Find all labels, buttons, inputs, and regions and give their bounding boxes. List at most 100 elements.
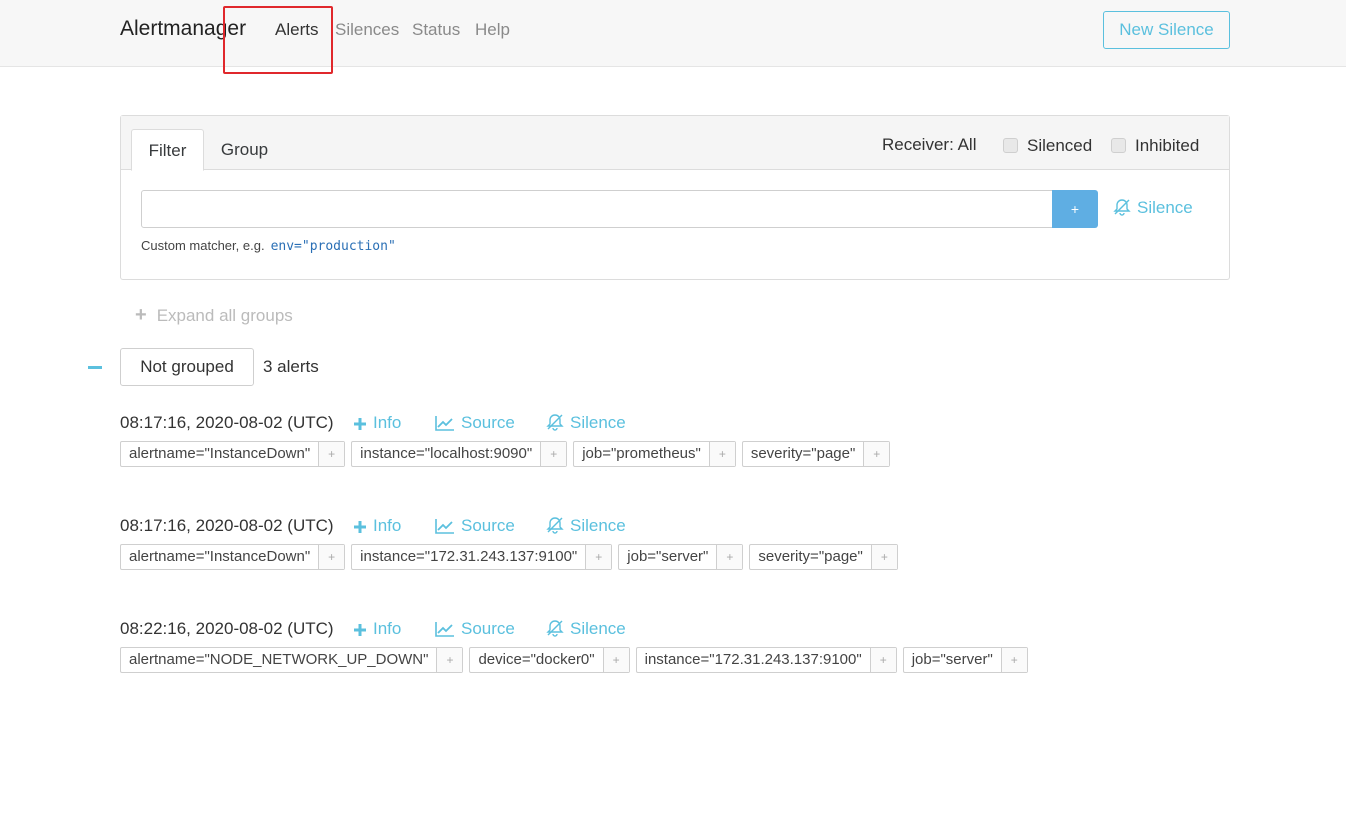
- add-label-filter-button[interactable]: +: [318, 545, 345, 569]
- alert-row: 08:17:16, 2020-08-02 (UTC) Info Source Sile…: [120, 413, 1220, 483]
- plus-icon: [354, 624, 366, 636]
- alert-label-text: job="server": [911, 651, 993, 668]
- alert-label-tag: severity="page" +: [741, 441, 891, 467]
- filter-silence-label: Silence: [1137, 198, 1193, 217]
- nav-status[interactable]: Status: [412, 20, 460, 40]
- expand-all-label: Expand all groups: [156, 306, 293, 325]
- alert-label-tag: job="prometheus" +: [573, 441, 736, 467]
- alert-label-text: job="server": [627, 548, 709, 565]
- alert-row: 08:22:16, 2020-08-02 (UTC) Info Source Sile…: [120, 619, 1220, 689]
- alert-timestamp: 08:17:16, 2020-08-02 (UTC): [120, 516, 334, 535]
- alert-label-tag: severity="page" +: [749, 544, 898, 570]
- matcher-hint: Custom matcher, e.g. env="production": [141, 238, 396, 254]
- alert-label-text: instance="172.31.243.137:9100": [644, 651, 862, 668]
- line-chart-icon: [435, 622, 454, 637]
- alert-info-link-label: Info: [373, 516, 402, 535]
- alert-source-link[interactable]: Source: [435, 413, 515, 433]
- alert-label-text: alertname="InstanceDown": [129, 445, 311, 462]
- alert-label-text: severity="page": [758, 548, 863, 565]
- bell-slash-icon: [546, 517, 564, 534]
- silenced-checkbox-label: Silenced: [1027, 136, 1093, 155]
- alert-info-link[interactable]: Info: [353, 516, 401, 536]
- alert-timestamp: 08:22:16, 2020-08-02 (UTC): [120, 619, 334, 638]
- alert-row: 08:17:16, 2020-08-02 (UTC) Info Source Sile…: [120, 516, 1220, 586]
- alert-info-link-label: Info: [373, 619, 402, 638]
- silenced-checkbox-box[interactable]: [1003, 138, 1018, 153]
- alert-label-tag: instance="localhost:9090" +: [351, 441, 568, 467]
- inhibited-checkbox[interactable]: Inhibited: [1111, 136, 1199, 156]
- add-label-filter-button[interactable]: +: [318, 442, 345, 466]
- add-label-filter-button[interactable]: +: [540, 442, 567, 466]
- silenced-checkbox[interactable]: Silenced: [1003, 136, 1092, 156]
- alert-label-text: device="docker0": [478, 651, 595, 668]
- inhibited-checkbox-box[interactable]: [1111, 138, 1126, 153]
- alert-source-link-label: Source: [461, 413, 515, 432]
- alert-label-tag: job="server" +: [902, 647, 1028, 673]
- add-label-filter-button[interactable]: +: [869, 648, 896, 672]
- navbar: Alertmanager Alerts Silences Status Help…: [0, 0, 1346, 67]
- tab-group[interactable]: Group: [213, 129, 276, 171]
- tab-filter[interactable]: Filter: [131, 129, 204, 171]
- alert-label-tag: alertname="InstanceDown" +: [120, 544, 346, 570]
- add-label-filter-button[interactable]: +: [870, 545, 897, 569]
- expand-all-groups[interactable]: + Expand all groups: [135, 304, 293, 327]
- plus-icon: +: [135, 304, 147, 326]
- nav-silences[interactable]: Silences: [335, 20, 399, 40]
- receiver-selector[interactable]: Receiver: All: [882, 135, 976, 155]
- new-silence-button[interactable]: New Silence: [1103, 11, 1230, 49]
- group-name-button[interactable]: Not grouped: [120, 348, 254, 386]
- filter-card-header: Filter Group Receiver: All Silenced Inhi…: [121, 116, 1229, 171]
- alert-labels: alertname="InstanceDown" + instance="local…: [120, 441, 896, 467]
- alert-label-text: job="prometheus": [582, 445, 701, 462]
- alert-silence-link-label: Silence: [570, 413, 626, 432]
- add-label-filter-button[interactable]: +: [708, 442, 735, 466]
- bell-slash-icon: [546, 414, 564, 431]
- alert-source-link-label: Source: [461, 619, 515, 638]
- alert-label-tag: job="server" +: [618, 544, 744, 570]
- alert-info-link-label: Info: [373, 413, 402, 432]
- group-alert-count: 3 alerts: [263, 357, 319, 376]
- add-label-filter-button[interactable]: +: [436, 648, 463, 672]
- plus-icon: [354, 418, 366, 430]
- line-chart-icon: [435, 519, 454, 534]
- filter-matcher-input[interactable]: [141, 190, 1053, 228]
- alert-source-link[interactable]: Source: [435, 516, 515, 536]
- alert-labels: alertname="InstanceDown" + instance="172.3…: [120, 544, 904, 570]
- add-label-filter-button[interactable]: +: [716, 545, 743, 569]
- plus-icon: [354, 521, 366, 533]
- alert-label-text: alertname="InstanceDown": [129, 548, 311, 565]
- add-label-filter-button[interactable]: +: [863, 442, 890, 466]
- inhibited-checkbox-label: Inhibited: [1135, 136, 1200, 155]
- alert-silence-link[interactable]: Silence: [546, 413, 626, 433]
- alert-label-text: instance="172.31.243.137:9100": [360, 548, 578, 565]
- alert-label-text: instance="localhost:9090": [360, 445, 533, 462]
- alert-silence-link-label: Silence: [570, 516, 626, 535]
- collapse-group-icon[interactable]: [88, 366, 102, 369]
- alert-label-text: alertname="NODE_NETWORK_UP_DOWN": [129, 651, 429, 668]
- alert-label-tag: instance="172.31.243.137:9100" +: [635, 647, 897, 673]
- alert-silence-link[interactable]: Silence: [546, 516, 626, 536]
- filter-silence-link[interactable]: Silence: [1113, 198, 1193, 218]
- bell-slash-icon: [1113, 199, 1131, 216]
- add-label-filter-button[interactable]: +: [602, 648, 629, 672]
- alert-source-link[interactable]: Source: [435, 619, 515, 639]
- alert-source-link-label: Source: [461, 516, 515, 535]
- filter-card: Filter Group Receiver: All Silenced Inhi…: [120, 115, 1230, 280]
- add-label-filter-button[interactable]: +: [585, 545, 612, 569]
- alert-silence-link[interactable]: Silence: [546, 619, 626, 639]
- alert-silence-link-label: Silence: [570, 619, 626, 638]
- alert-label-tag: alertname="InstanceDown" +: [120, 441, 346, 467]
- alert-labels: alertname="NODE_NETWORK_UP_DOWN" + device=…: [120, 647, 1034, 673]
- alert-timestamp: 08:17:16, 2020-08-02 (UTC): [120, 413, 334, 432]
- alert-info-link[interactable]: Info: [353, 413, 401, 433]
- matcher-hint-text: Custom matcher, e.g.: [141, 238, 265, 253]
- nav-help[interactable]: Help: [475, 20, 510, 40]
- alert-info-link[interactable]: Info: [353, 619, 401, 639]
- alert-label-tag: device="docker0" +: [469, 647, 630, 673]
- alert-label-text: severity="page": [750, 445, 856, 462]
- add-matcher-button[interactable]: +: [1052, 190, 1098, 228]
- bell-slash-icon: [546, 620, 564, 637]
- line-chart-icon: [435, 416, 454, 431]
- matcher-hint-example: env="production": [270, 239, 396, 254]
- add-label-filter-button[interactable]: +: [1000, 648, 1027, 672]
